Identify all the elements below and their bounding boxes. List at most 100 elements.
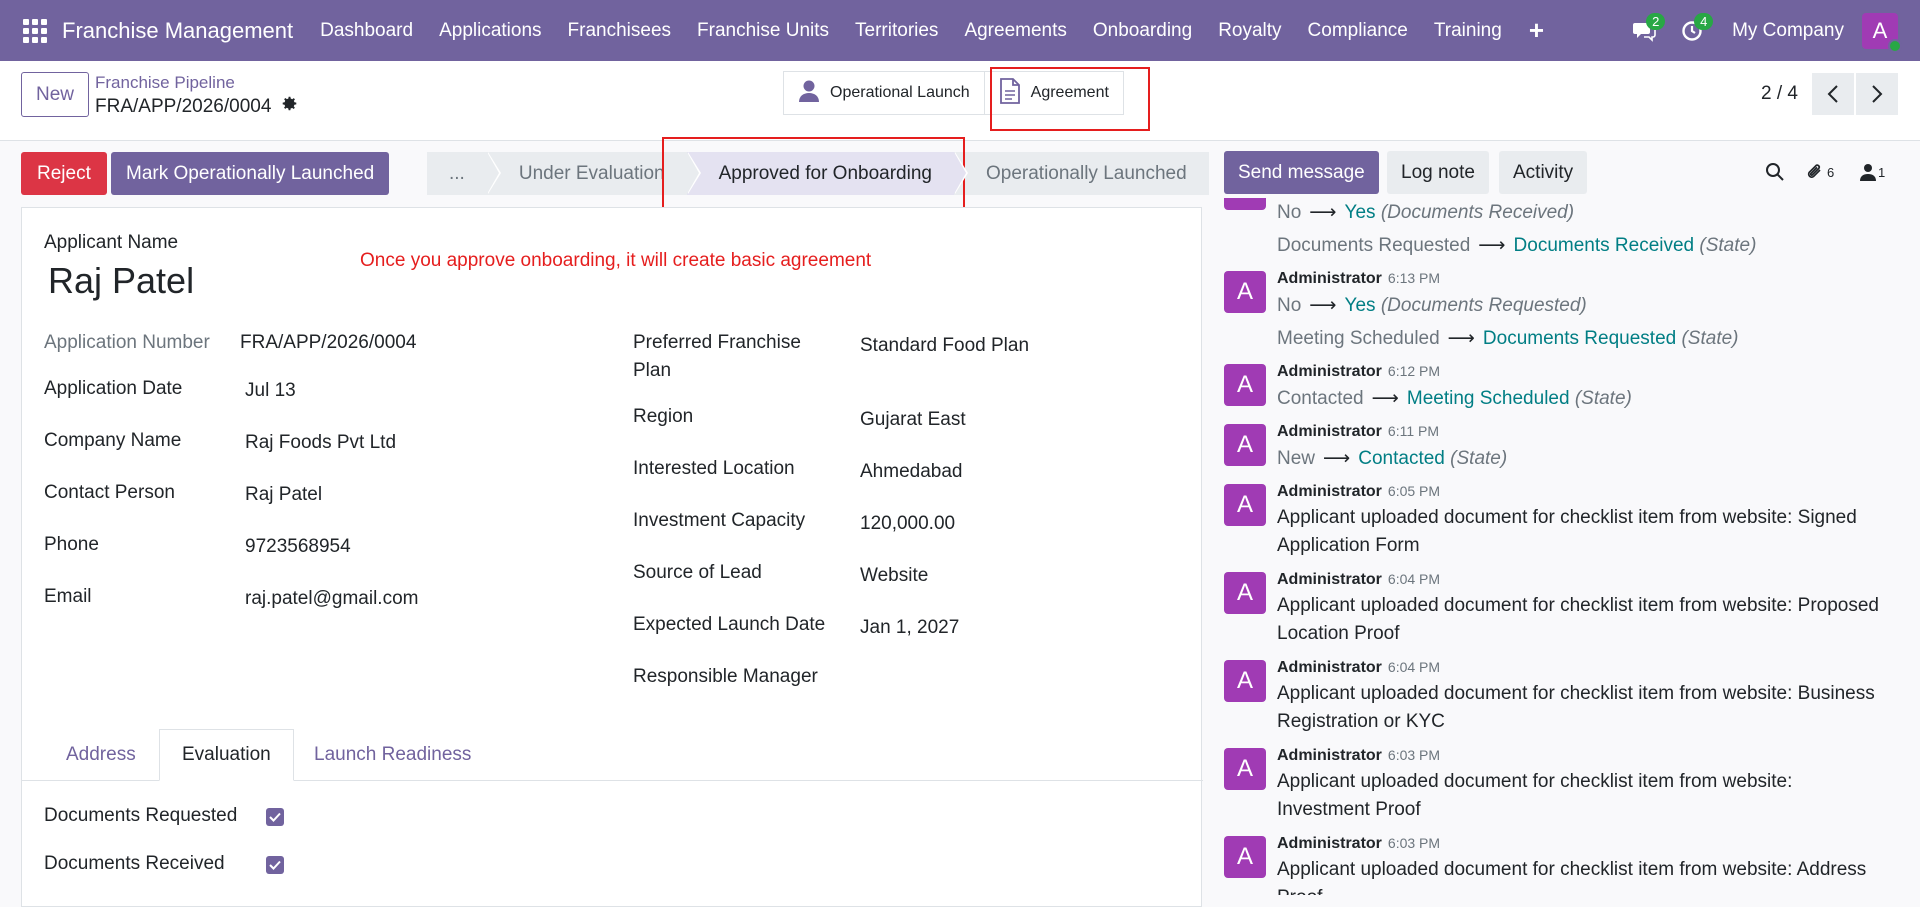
company-name-field[interactable]: Raj Foods Pvt Ltd (245, 432, 396, 454)
interested-location-field[interactable]: Ahmedabad (860, 461, 962, 483)
operational-launch-smart-button[interactable]: Operational Launch (783, 71, 985, 115)
message-author: Administrator 6:11 PM (1277, 423, 1440, 440)
source-of-lead-field[interactable]: Website (860, 565, 928, 587)
stage-highlight-box (662, 137, 965, 209)
tab-launch-readiness[interactable]: Launch Readiness (292, 729, 493, 781)
menu-item-territories[interactable]: Territories (842, 20, 951, 42)
message-avatar[interactable]: A (1224, 748, 1266, 790)
stage-operationally-launched[interactable]: Operationally Launched (953, 152, 1209, 195)
follower-icon (1860, 164, 1876, 181)
menu-item-franchisees[interactable]: Franchisees (555, 20, 685, 42)
phone-field[interactable]: 9723568954 (245, 536, 351, 558)
form-sheet: Applicant Name Raj Patel Once you approv… (21, 207, 1203, 907)
email-field[interactable]: raj.patel@gmail.com (245, 588, 418, 610)
message-author: Administrator 6:03 PM (1277, 835, 1441, 852)
chevron-right-icon[interactable] (1856, 73, 1898, 115)
expected-launch-date-label: Expected Launch Date (633, 614, 826, 635)
region-field[interactable]: Gujarat East (860, 409, 966, 431)
tracking-line: Meeting Scheduled ⟶ Documents Requested (S… (1277, 328, 1739, 349)
message-author: Administrator 6:12 PM (1277, 363, 1441, 380)
check-icon (269, 812, 281, 822)
user-avatar-letter: A (1872, 17, 1888, 43)
user-avatar[interactable]: A (1862, 12, 1902, 53)
message-body: Applicant uploaded document for checklis… (1277, 771, 1793, 820)
documents-received-checkbox[interactable] (266, 856, 284, 874)
message-body: Applicant uploaded document for checklis… (1277, 595, 1879, 644)
log-note-button[interactable]: Log note (1387, 151, 1489, 194)
menu-item-compliance[interactable]: Compliance (1295, 20, 1421, 42)
tracking-line: New ⟶ Contacted (State) (1277, 448, 1508, 469)
preferred-plan-label-line2: Plan (633, 360, 672, 381)
plus-icon[interactable]: + (1515, 15, 1558, 46)
message-avatar[interactable]: A (1224, 271, 1266, 313)
nav-systray: 2 4 My Company A (1624, 0, 1920, 61)
investment-capacity-field[interactable]: 120,000.00 (860, 513, 955, 535)
new-button[interactable]: New (21, 72, 89, 117)
tracking-line: Documents Requested ⟶ Documents Received (… (1277, 235, 1757, 256)
preferred-plan-field[interactable]: Standard Food Plan (860, 335, 1029, 357)
message-avatar[interactable]: A (1224, 484, 1266, 526)
attachments-count: 6 (1827, 164, 1835, 180)
menu-item-dashboard[interactable]: Dashboard (307, 20, 426, 42)
investment-capacity-label: Investment Capacity (633, 510, 806, 531)
followers-count: 1 (1878, 164, 1886, 180)
tab-address[interactable]: Address (44, 729, 158, 781)
message-author: Administrator 6:05 PM (1277, 483, 1441, 500)
chevron-left-icon[interactable] (1812, 73, 1854, 115)
message-body: Applicant uploaded document for checklis… (1277, 683, 1875, 732)
pager: 2 / 4 (1761, 73, 1898, 115)
menu-item-applications[interactable]: Applications (426, 20, 554, 42)
breadcrumb[interactable]: Franchise Pipeline (95, 73, 235, 93)
message-avatar[interactable]: A (1224, 424, 1266, 466)
menu-item-training[interactable]: Training (1421, 20, 1515, 42)
menu-item-franchise-units[interactable]: Franchise Units (684, 20, 842, 42)
tab-evaluation[interactable]: Evaluation (159, 729, 294, 781)
message-avatar[interactable]: A (1224, 836, 1266, 878)
stage-under-evaluation[interactable]: Under Evaluation (486, 152, 701, 195)
chatter-thread: A No⟶Yes (Documents Received) Documents … (1215, 198, 1920, 895)
menu-item-royalty[interactable]: Royalty (1205, 20, 1294, 42)
attachments-button[interactable]: 6 (1805, 157, 1834, 187)
apps-grid-icon[interactable] (20, 16, 50, 46)
reject-button[interactable]: Reject (21, 152, 107, 195)
record-title: FRA/APP/2026/0004 (95, 95, 298, 118)
contact-person-field[interactable]: Raj Patel (245, 484, 322, 506)
main-menu: Dashboard Applications Franchisees Franc… (307, 15, 1558, 46)
send-message-button[interactable]: Send message (1224, 151, 1379, 194)
message-body: Applicant uploaded document for checklis… (1277, 507, 1857, 556)
control-panel: New Franchise Pipeline FRA/APP/2026/0004… (0, 61, 1920, 141)
responsible-manager-field[interactable] (860, 669, 1160, 693)
chat-icon[interactable]: 2 (1624, 11, 1666, 51)
message-avatar[interactable]: A (1224, 660, 1266, 702)
stage-more[interactable]: ... (427, 152, 501, 195)
activity-button[interactable]: Activity (1499, 151, 1588, 194)
tracking-line: Contacted ⟶ Meeting Scheduled (State) (1277, 388, 1632, 409)
pager-value[interactable]: 2 / 4 (1761, 83, 1798, 105)
followers-button[interactable]: 1 (1860, 157, 1885, 187)
phone-label: Phone (44, 534, 99, 555)
gear-icon[interactable] (281, 95, 298, 118)
message-avatar[interactable]: A (1224, 364, 1266, 406)
search-icon[interactable] (1765, 157, 1785, 187)
notebook-tabs: Address Evaluation Launch Readiness (22, 729, 1203, 781)
message-author: Administrator 6:04 PM (1277, 659, 1441, 676)
agreement-highlight-box (990, 67, 1150, 131)
application-date-field[interactable]: Jul 13 (245, 380, 296, 402)
menu-item-agreements[interactable]: Agreements (951, 20, 1079, 42)
clock-icon[interactable]: 4 (1672, 11, 1714, 51)
messages-count-badge: 2 (1646, 12, 1666, 30)
app-brand[interactable]: Franchise Management (62, 18, 293, 44)
mark-operationally-launched-button[interactable]: Mark Operationally Launched (111, 152, 390, 195)
contact-person-label: Contact Person (44, 482, 175, 503)
message-avatar[interactable]: A (1224, 572, 1266, 614)
message-avatar[interactable]: A (1224, 198, 1266, 210)
menu-item-onboarding[interactable]: Onboarding (1080, 20, 1205, 42)
documents-requested-checkbox[interactable] (266, 808, 284, 826)
source-of-lead-label: Source of Lead (633, 562, 762, 583)
expected-launch-date-field[interactable]: Jan 1, 2027 (860, 617, 959, 639)
application-number-value: FRA/APP/2026/0004 (240, 332, 417, 353)
company-switcher[interactable]: My Company (1732, 20, 1844, 42)
applicant-name-value[interactable]: Raj Patel (48, 260, 194, 302)
online-status-dot (1888, 38, 1902, 53)
message-author: Administrator 6:13 PM (1277, 270, 1441, 287)
